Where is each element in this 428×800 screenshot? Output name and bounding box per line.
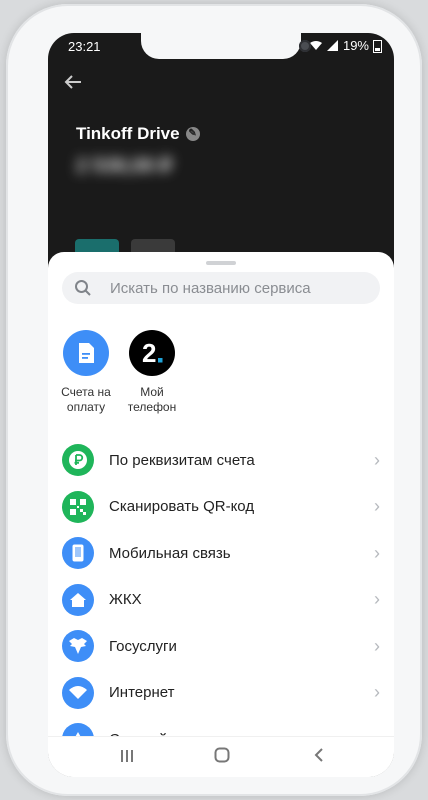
search-bar[interactable] [62, 272, 380, 304]
list-item-requisites[interactable]: По реквизитам счета › [48, 437, 394, 484]
sheet-handle[interactable] [206, 261, 236, 265]
ruble-icon [62, 444, 94, 477]
home-icon[interactable] [214, 747, 230, 768]
battery-percent: 19% [342, 38, 369, 53]
list-item-label: Сканировать QR-код [109, 498, 255, 516]
chevron-right-icon: › [374, 542, 380, 563]
quick-action-my-phone[interactable]: 2 Мой телефон [112, 330, 192, 415]
camera-icon [299, 40, 311, 52]
status-icons: 19% [309, 38, 382, 53]
chevron-right-icon: › [374, 635, 380, 656]
phone-frame: 23:21 19% Tinkoff Drive ✎ 2 538,08 ₽ Иск… [6, 4, 422, 796]
payment-sheet: Счета на оплату 2 Мой телефон [48, 252, 394, 777]
battery-icon [373, 39, 382, 53]
status-time: 23:21 [68, 39, 101, 54]
card-balance: 2 538,08 ₽ [76, 155, 173, 177]
chevron-right-icon: › [374, 449, 380, 470]
card-name: Tinkoff Drive [76, 124, 180, 143]
search-icon [75, 280, 91, 296]
search-input[interactable] [108, 278, 362, 298]
list-item-label: ЖКХ [109, 591, 142, 609]
mobile-icon [62, 537, 94, 570]
chevron-right-icon: › [374, 589, 380, 610]
chevron-right-icon: › [374, 682, 380, 703]
card-title: Tinkoff Drive ✎ [76, 124, 200, 144]
quick-action-label: Мой телефон [127, 385, 177, 414]
list-item-label: Интернет [109, 684, 175, 702]
android-nav-bar [48, 736, 394, 777]
list-item-label: Госуслуги [109, 637, 177, 655]
list-item-label: По реквизитам счета [109, 451, 255, 469]
wifi-icon [62, 676, 94, 709]
recents-icon[interactable] [120, 747, 134, 768]
back-arrow-icon[interactable] [64, 73, 82, 96]
signal-icon [326, 40, 338, 51]
screen: 23:21 19% Tinkoff Drive ✎ 2 538,08 ₽ Иск… [48, 33, 394, 777]
eagle-icon [62, 630, 94, 663]
back-icon[interactable] [313, 747, 325, 768]
document-icon [63, 330, 109, 376]
list-item-label: Мобильная связь [109, 544, 231, 562]
list-item-utilities[interactable]: ЖКХ › [48, 577, 394, 624]
services-list: По реквизитам счета › Сканировать QR-код… [48, 437, 394, 763]
list-item-internet[interactable]: Интернет › [48, 670, 394, 717]
list-item-mobile[interactable]: Мобильная связь › [48, 530, 394, 577]
wifi-status-icon [309, 41, 322, 50]
list-item-gosuslugi[interactable]: Госуслуги › [48, 623, 394, 670]
house-icon [62, 583, 94, 616]
svg-text:2: 2 [142, 340, 156, 366]
edit-pencil-icon[interactable]: ✎ [185, 127, 200, 141]
list-item-scan-qr[interactable]: Сканировать QR-код › [48, 484, 394, 531]
qr-icon [62, 490, 94, 523]
notch [141, 33, 311, 59]
chevron-right-icon: › [374, 496, 380, 517]
tele2-logo: 2 [129, 330, 175, 376]
